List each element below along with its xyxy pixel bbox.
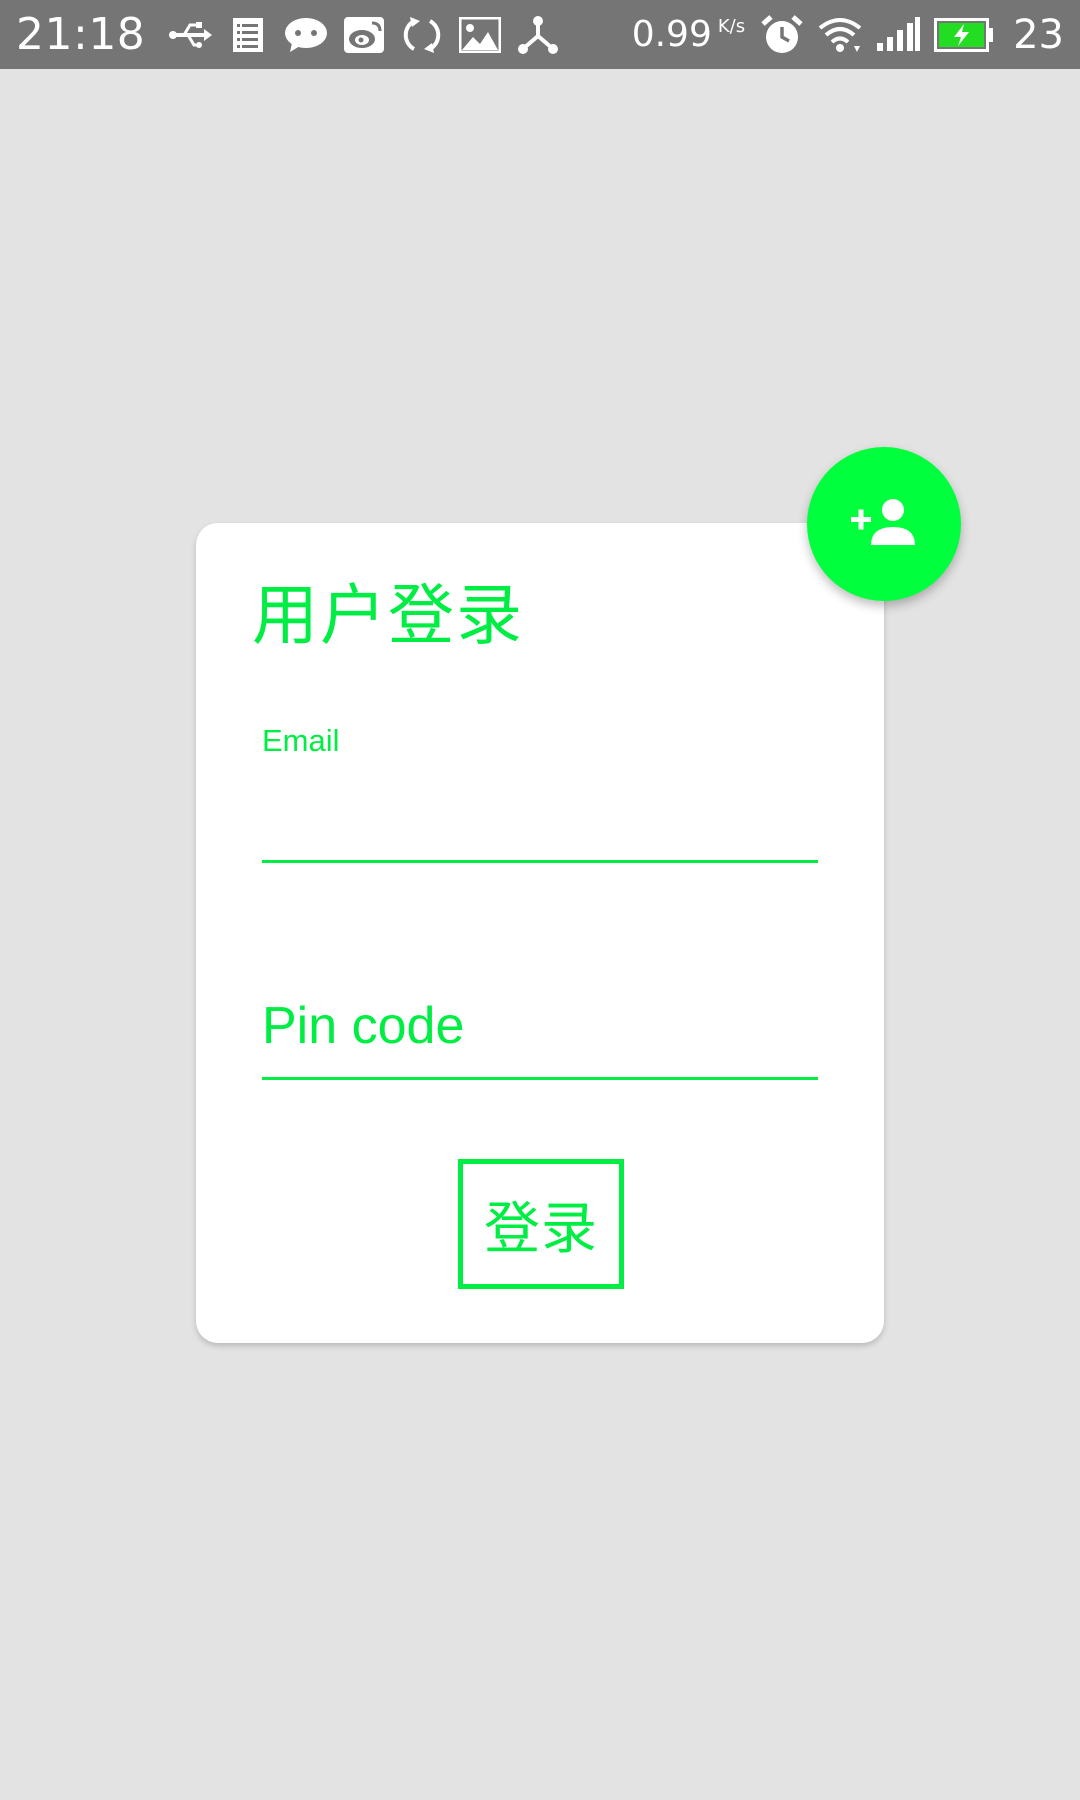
email-field-group: Email xyxy=(262,723,818,863)
battery-charging-icon xyxy=(933,12,995,58)
status-time: 21:18 xyxy=(16,9,146,60)
login-button[interactable]: 登录 xyxy=(458,1159,624,1289)
status-right-icons: 0.99 K/s 23 xyxy=(632,12,1064,58)
battery-percent: 23 xyxy=(1013,11,1064,58)
email-input[interactable] xyxy=(262,773,818,833)
add-person-icon xyxy=(851,497,917,551)
usb-icon xyxy=(167,12,213,58)
sync-icon xyxy=(399,12,445,58)
wechat-icon xyxy=(283,12,329,58)
share-icon xyxy=(515,12,561,58)
email-label: Email xyxy=(262,723,340,758)
status-left-icons xyxy=(167,12,573,58)
image-icon xyxy=(457,12,503,58)
email-underline xyxy=(262,860,818,863)
status-bar: 21:18 0.99 K/s 23 xyxy=(0,0,1080,69)
wifi-icon xyxy=(817,12,863,58)
signal-icon xyxy=(875,12,921,58)
pin-underline xyxy=(262,1077,818,1080)
network-speed-unit: K/s xyxy=(717,16,746,37)
login-title: 用户登录 xyxy=(252,577,524,654)
network-speed-value: 0.99 xyxy=(631,14,712,55)
pin-code-input[interactable] xyxy=(262,993,818,1059)
alarm-icon xyxy=(759,12,805,58)
network-speed: 0.99 K/s xyxy=(632,14,745,55)
pin-field-group xyxy=(262,973,818,1083)
list-icon xyxy=(225,12,271,58)
add-user-fab[interactable] xyxy=(807,447,961,601)
login-card: 用户登录 Email 登录 xyxy=(196,523,884,1343)
weibo-icon xyxy=(341,12,387,58)
